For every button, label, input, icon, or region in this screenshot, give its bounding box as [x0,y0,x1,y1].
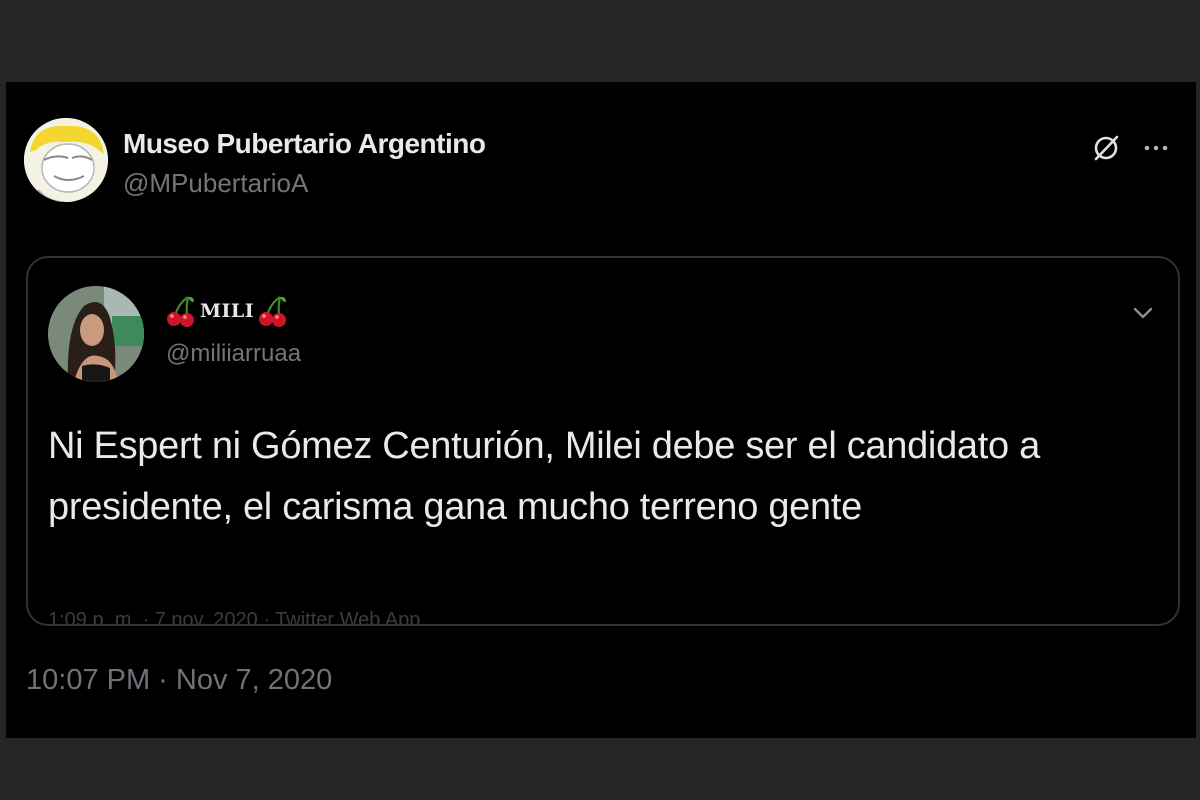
author-name[interactable]: Museo Pubertario Argentino [123,128,486,160]
quoted-tweet-meta: 1:09 p. m. · 7 nov. 2020 · Twitter Web A… [48,609,421,626]
author-avatar[interactable] [24,118,108,202]
cherries-icon [167,296,194,327]
quoted-author-name[interactable]: MILI [200,300,254,322]
tweet-header: Museo Pubertario Argentino @MPubertarioA [24,118,1176,208]
tweet-card: Museo Pubertario Argentino @MPubertarioA [6,82,1196,738]
quoted-tweet[interactable]: MILI @miliiarruaa Ni Espert ni Gómez Cen… [26,256,1180,626]
more-options-icon[interactable] [1136,128,1176,168]
quoted-author-handle[interactable]: @miliiarruaa [166,340,301,368]
cherries-icon [259,296,287,327]
author-handle[interactable]: @MPubertarioA [123,168,308,199]
cartoon-face-icon [24,118,108,202]
profile-photo-icon [48,286,144,382]
quoted-author-avatar[interactable] [48,286,144,382]
chevron-down-icon[interactable] [1128,298,1158,328]
quoted-name-row: MILI [166,294,288,328]
tweet-timestamp[interactable]: 10:07 PM · Nov 7, 2020 [26,664,332,697]
grok-icon[interactable] [1086,128,1126,168]
quoted-tweet-text: Ni Espert ni Gómez Centurión, Milei debe… [48,425,1040,528]
